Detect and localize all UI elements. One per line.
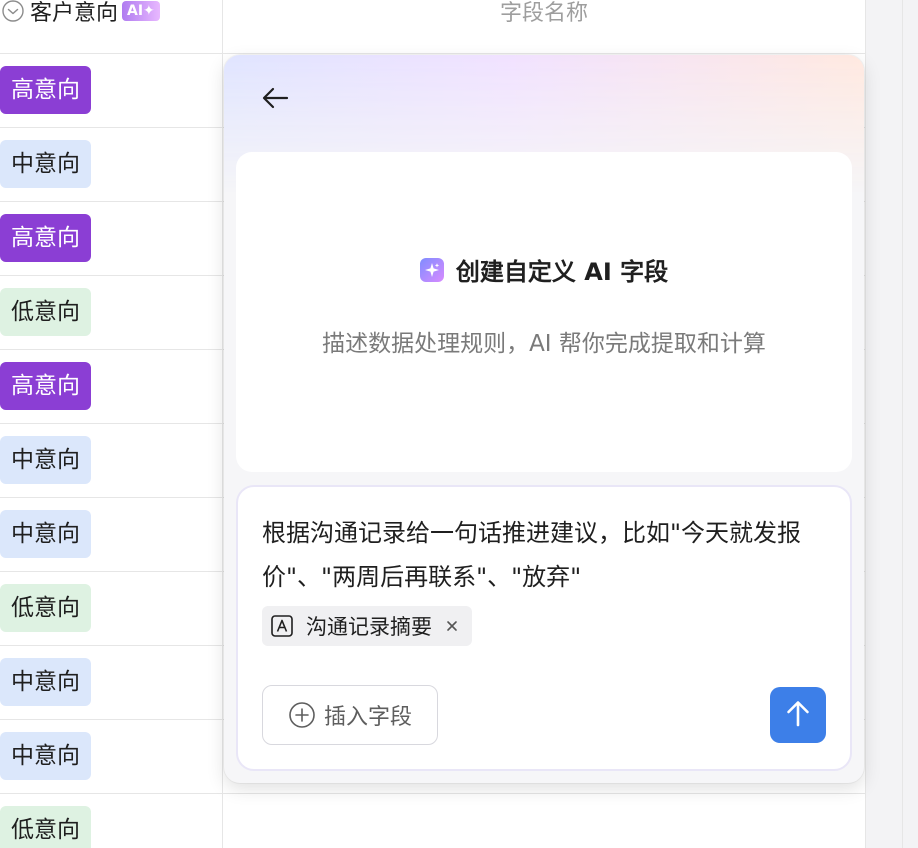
- intro-title-row: 创建自定义 AI 字段: [236, 252, 852, 287]
- intro-title: 创建自定义 AI 字段: [455, 258, 669, 286]
- sparkle-icon: [419, 257, 444, 282]
- insert-field-label: 插入字段: [323, 705, 412, 730]
- prompt-text[interactable]: 根据沟通记录给一句话推进建议，比如"今天就发报价"、"两周后再联系"、"放弃": [262, 511, 822, 599]
- prompt-input-card[interactable]: 根据沟通记录给一句话推进建议，比如"今天就发报价"、"两周后再联系"、"放弃" …: [236, 485, 852, 771]
- arrow-left-icon: [261, 86, 289, 114]
- ai-field-panel: 创建自定义 AI 字段 描述数据处理规则，AI 帮你完成提取和计算 根据沟通记录…: [224, 55, 864, 783]
- app-root: 客户意向 AI✦ 字段名称 高意向 中意向 高意向 低意向 高意向 中意向 中意向 低意向 中意…: [0, 0, 918, 848]
- text-field-icon: [270, 614, 294, 638]
- intent-tag: 中意向: [0, 658, 91, 706]
- close-icon[interactable]: [444, 618, 460, 634]
- intent-tag: 中意向: [0, 732, 91, 780]
- column-title: 客户意向: [30, 0, 119, 26]
- column-title: 字段名称: [499, 0, 588, 26]
- scrollbar-track[interactable]: [866, 0, 918, 848]
- intent-tag: 低意向: [0, 584, 91, 632]
- intent-tag: 中意向: [0, 436, 91, 484]
- intent-tag: 高意向: [0, 214, 91, 262]
- chevron-down-circle-icon[interactable]: [0, 0, 26, 24]
- intent-tag: 中意向: [0, 140, 91, 188]
- ai-badge: AI✦: [122, 0, 160, 21]
- arrow-up-icon: [785, 699, 811, 731]
- intent-tag: 高意向: [0, 66, 91, 114]
- plus-circle-icon: [288, 701, 316, 729]
- send-button[interactable]: [770, 687, 826, 743]
- insert-field-button[interactable]: 插入字段: [262, 685, 438, 745]
- intent-tag: 低意向: [0, 288, 91, 336]
- intro-card: 创建自定义 AI 字段 描述数据处理规则，AI 帮你完成提取和计算: [236, 152, 852, 472]
- intro-subtitle: 描述数据处理规则，AI 帮你完成提取和计算: [322, 331, 766, 357]
- intent-tag: 高意向: [0, 362, 91, 410]
- intent-tag: 中意向: [0, 510, 91, 558]
- intent-tag: 低意向: [0, 806, 91, 848]
- field-chip-label: 沟通记录摘要: [306, 615, 432, 639]
- column-header-customer-intent[interactable]: 客户意向 AI✦: [0, 0, 222, 54]
- field-chip[interactable]: 沟通记录摘要: [262, 606, 472, 646]
- back-button[interactable]: [258, 85, 292, 115]
- column-header-field-name[interactable]: 字段名称: [223, 0, 865, 54]
- table-row[interactable]: 低意向: [0, 794, 865, 848]
